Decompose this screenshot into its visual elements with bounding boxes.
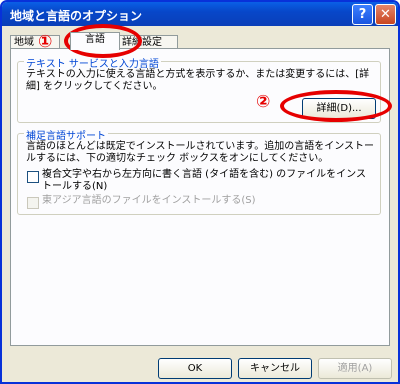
help-button[interactable]: ? — [352, 4, 373, 25]
dialog-window: 地域と言語のオプション ? ✕ 地域 言語 詳細設定 テキスト サービスと入力言… — [0, 0, 400, 384]
annotation-mark-1: ① — [38, 32, 53, 52]
close-button[interactable]: ✕ — [375, 4, 396, 25]
tab-languages[interactable]: 言語 — [70, 32, 120, 50]
east-asian-checkbox-label[interactable]: 東アジア言語のファイルをインストールする(S) — [42, 195, 374, 207]
complex-script-checkbox-label[interactable]: 複合文字や右から左方向に書く言語 (タイ語を含む) のファイルをインストールする… — [42, 169, 374, 193]
annotation-mark-2: ② — [256, 92, 271, 112]
supplemental-group-title: 補足言語サポート — [24, 127, 108, 142]
east-asian-checkbox[interactable] — [27, 197, 39, 209]
supplemental-language-group: 補足言語サポート 言語のほとんどは既定でインストールされています。追加の言語をイ… — [17, 127, 381, 215]
window-title: 地域と言語のオプション — [10, 9, 143, 23]
title-bar[interactable]: 地域と言語のオプション ? ✕ — [2, 2, 398, 26]
tab-regional-label: 地域 — [14, 37, 34, 48]
supplemental-description: 言語のほとんどは既定でインストールされています。追加の言語をインストールするには… — [26, 141, 374, 164]
apply-button[interactable]: 適用(A) — [318, 358, 392, 379]
highlight-ring-details — [280, 90, 392, 122]
tab-languages-label: 言語 — [85, 34, 105, 45]
cancel-button[interactable]: キャンセル — [238, 358, 312, 379]
ok-button[interactable]: OK — [158, 358, 232, 379]
complex-script-checkbox[interactable] — [27, 171, 39, 183]
